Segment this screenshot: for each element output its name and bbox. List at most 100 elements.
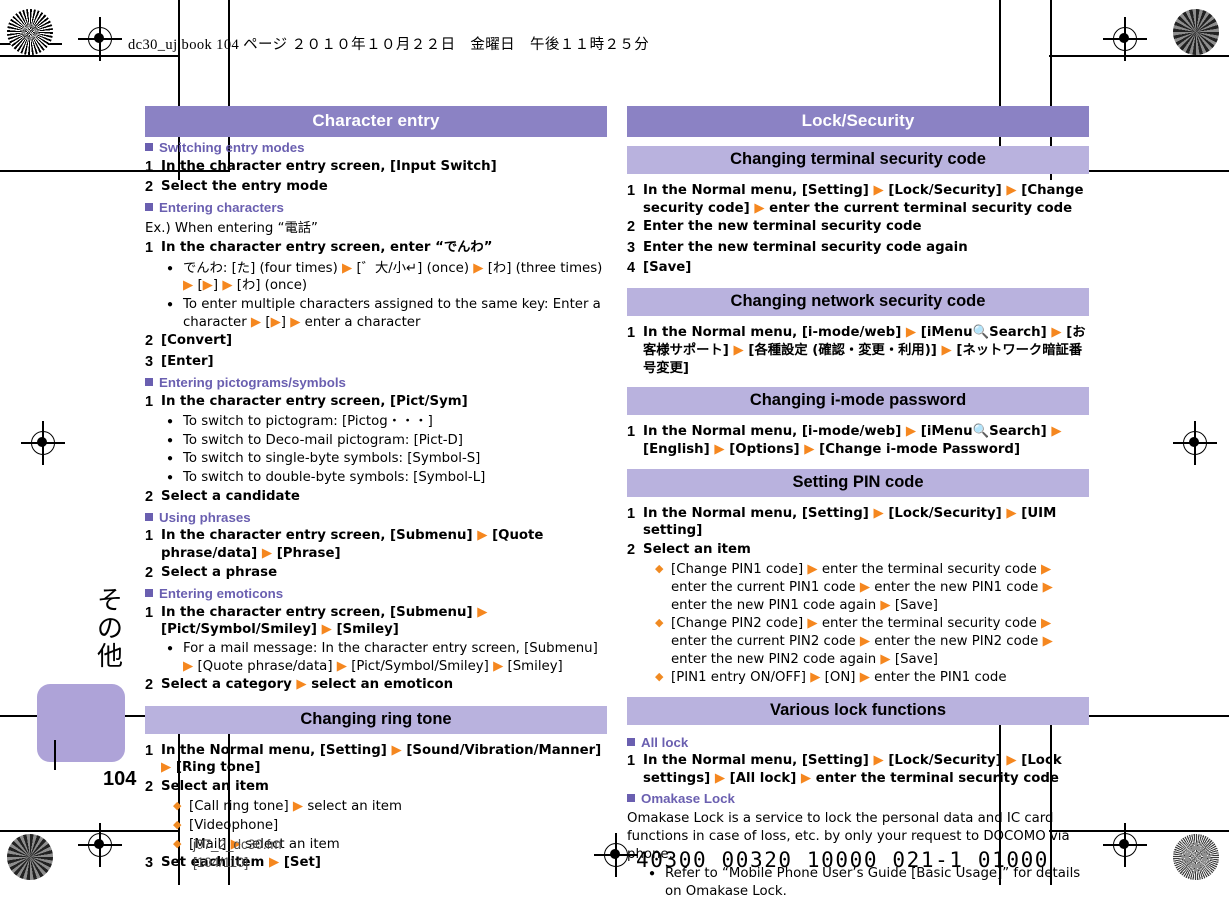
step-text: In the Normal menu, [Setting] ▶ [Lock/Se… [643, 505, 1057, 539]
step-arrow-icon: ▶ [880, 597, 891, 613]
step-arrow-icon: ▶ [477, 604, 488, 620]
numbered-step: 1 In the character entry screen, enter “で… [145, 239, 607, 258]
round-bullet-icon: ● [167, 415, 174, 427]
bullet-text: でんわ: [た] (four times) ▶ [゛大/小↵] (once) ▶… [183, 260, 603, 294]
round-bullet-icon: ● [167, 471, 174, 483]
diamond-text: [Change PIN1 code] ▶ enter the terminal … [671, 562, 1053, 613]
registration-mark-left-middle [21, 421, 65, 465]
diamond-bullet-icon: ◆ [173, 837, 182, 850]
step-text: In the character entry screen, [Submenu]… [161, 604, 488, 638]
step-arrow-icon: ▶ [1042, 633, 1053, 649]
numbered-step: 1 In the character entry screen, [Submenu… [145, 527, 607, 562]
subheading: Entering characters [145, 200, 607, 217]
diamond-item: ◆ [Videophone] [173, 817, 607, 835]
diamond-item: ◆ [Change PIN1 code] ▶ enter the terminal… [655, 561, 1089, 614]
step-text: Enter the new terminal security code [643, 219, 922, 235]
numbered-step: 1 In the character entry screen, [Submenu… [145, 604, 607, 639]
step-arrow-icon: ▶ [1040, 616, 1052, 632]
step-arrow-icon: ▶ [183, 278, 194, 294]
print-starburst-target-top-right [1173, 9, 1219, 55]
numbered-step: 2 Select an item [627, 541, 1089, 560]
side-tab-label: その他 [96, 586, 123, 672]
step-number: 1 [145, 240, 154, 257]
step-arrow-icon: ▶ [804, 441, 815, 457]
step-number: 1 [627, 183, 636, 199]
step-text: Select a category ▶ select an emoticon [161, 677, 454, 693]
step-number: 3 [145, 353, 154, 370]
bullet-item: ● でんわ: [た] (four times) ▶ [゛大/小↵] (once) … [167, 260, 607, 295]
subheading: Entering pictograms/symbols [145, 375, 607, 392]
step-text: In the Normal menu, [i-mode/web] ▶ [iMen… [643, 325, 1086, 376]
step-text: In the character entry screen, enter “でん… [161, 240, 493, 256]
subsection-band: Various lock functions [627, 696, 1089, 725]
bullet-item: ● For a mail message: In the character en… [167, 640, 607, 675]
step-text: Enter the new terminal security code aga… [643, 239, 968, 255]
step-number: 2 [145, 564, 154, 581]
numbered-step: 1 In the Normal menu, [Setting] ▶ [Lock/S… [627, 505, 1089, 540]
step-arrow-icon: ▶ [1006, 753, 1017, 769]
square-bullet-icon [627, 793, 635, 802]
numbered-step: 1 In the Normal menu, [Setting] ▶ [Lock/S… [627, 752, 1089, 787]
step-arrow-icon: ▶ [1051, 325, 1062, 341]
subsection-band: Changing i-mode password [627, 387, 1089, 416]
numbered-step: 2 Select a phrase [145, 564, 607, 583]
step-arrow-icon: ▶ [810, 670, 821, 686]
step-arrow-icon: ▶ [391, 742, 402, 758]
numbered-step: 2 Select a category ▶ select an emoticon [145, 676, 607, 695]
step-arrow-icon: ▶ [859, 670, 870, 686]
step-text: Select the entry mode [161, 178, 328, 194]
step-arrow-icon: ▶ [321, 622, 332, 638]
subsection-band: Changing network security code [627, 288, 1089, 317]
square-bullet-icon [145, 143, 153, 151]
left-column-body: Switching entry modes 1 In the character e… [145, 140, 607, 874]
step-number: 2 [145, 779, 154, 795]
bullet-text: To enter multiple characters assigned to… [183, 297, 601, 330]
subsection-band: Changing terminal security code [627, 146, 1089, 174]
square-bullet-icon [145, 377, 153, 386]
book-header-line: dc30_uj.book 104 ページ ２０１０年１０月２２日 金曜日 午後１… [128, 37, 650, 53]
print-job-code: 40300 00320 10000 021-1 01000 [636, 848, 1050, 872]
numbered-step: 1 In the Normal menu, [Setting] ▶ [Sound/… [145, 742, 607, 777]
numbered-step: 3 Enter the new terminal security code ag… [627, 239, 1089, 258]
numbered-step: 2 Enter the new terminal security code [627, 218, 1089, 237]
step-text: Select a phrase [161, 564, 278, 580]
step-arrow-icon: ▶ [1042, 579, 1053, 595]
step-arrow-icon: ▶ [270, 314, 281, 330]
numbered-step: 1 In the character entry screen, [Pict/Sy… [145, 393, 607, 412]
numbered-step: 1 In the Normal menu, [Setting] ▶ [Lock/S… [627, 182, 1089, 217]
subheading: Using phrases [145, 510, 607, 527]
numbered-step: 2 Select a candidate [145, 488, 607, 507]
step-arrow-icon: ▶ [290, 314, 301, 330]
step-number: 2 [627, 541, 636, 558]
source-file-name: j07_2_dc30.fm [193, 837, 282, 852]
numbered-step: 2 [Convert] [145, 332, 607, 351]
diamond-text: [Change PIN2 code] ▶ enter the terminal … [671, 616, 1053, 667]
step-text: Select an item [643, 541, 751, 557]
step-arrow-icon: ▶ [859, 633, 871, 649]
numbered-step: 1 In the Normal menu, [i-mode/web] ▶ [iMe… [627, 324, 1089, 377]
step-arrow-icon: ▶ [1006, 183, 1017, 198]
bullet-item: ● To enter multiple characters assigned t… [167, 296, 607, 331]
bullet-item: ● To switch to pictogram: [Pictog・・・] [167, 413, 607, 431]
step-number: 1 [627, 753, 636, 770]
subsection-band: Setting PIN code [627, 468, 1089, 497]
round-bullet-icon: ● [167, 262, 174, 274]
step-number: 2 [145, 333, 154, 350]
step-arrow-icon: ▶ [296, 677, 307, 693]
subheading: Switching entry modes [145, 140, 607, 157]
step-arrow-icon: ▶ [873, 505, 884, 521]
square-bullet-icon [145, 589, 153, 598]
step-arrow-icon: ▶ [714, 441, 725, 457]
step-number: 1 [145, 158, 154, 175]
diamond-bullet-icon: ◆ [173, 800, 182, 813]
step-arrow-icon: ▶ [1051, 424, 1062, 440]
print-starburst-target-bottom-right [1173, 834, 1219, 880]
right-column-body: Changing terminal security code 1 In the N… [627, 137, 1089, 901]
square-bullet-icon [145, 203, 153, 212]
bullet-item: ● To switch to single-byte symbols: [Symb… [167, 450, 607, 468]
step-arrow-icon: ▶ [222, 278, 233, 294]
